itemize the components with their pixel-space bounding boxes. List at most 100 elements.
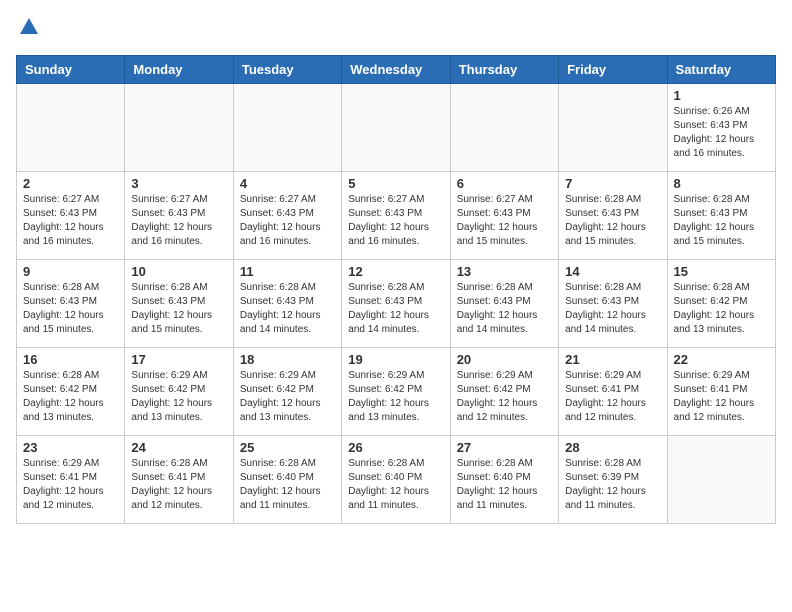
week-row-3: 16Sunrise: 6:28 AM Sunset: 6:42 PM Dayli…: [17, 348, 776, 436]
day-number: 7: [565, 176, 660, 191]
day-info: Sunrise: 6:28 AM Sunset: 6:43 PM Dayligh…: [131, 281, 226, 337]
week-row-1: 2 Sunrise: 6:27 AM Sunset: 6:43 PM Daylig…: [17, 172, 776, 260]
day-number: 24: [131, 440, 226, 455]
calendar-cell: 17 Sunrise: 6:29 AM Sunset: 6:42 PM Dayli…: [125, 348, 233, 436]
day-info: Sunrise: 6:28 AM Sunset: 6:42 PM Dayligh…: [674, 281, 769, 337]
calendar-cell: 13Sunrise: 6:28 AM Sunset: 6:43 PM Dayli…: [450, 260, 558, 348]
day-number: 28: [565, 440, 660, 455]
calendar-cell: 23 Sunrise: 6:29 AM Sunset: 6:41 PM Dayli…: [17, 436, 125, 524]
calendar-cell: 18 Sunrise: 6:29 AM Sunset: 6:42 PM Dayli…: [233, 348, 341, 436]
calendar-cell: 7Sunrise: 6:28 AM Sunset: 6:43 PM Daylig…: [559, 172, 667, 260]
day-info: Sunrise: 6:29 AM Sunset: 6:41 PM Dayligh…: [674, 369, 769, 425]
calendar-cell: 12 Sunrise: 6:28 AM Sunset: 6:43 PM Dayli…: [342, 260, 450, 348]
day-number: 21: [565, 352, 660, 367]
col-header-sunday: Sunday: [17, 56, 125, 84]
day-info: Sunrise: 6:28 AM Sunset: 6:40 PM Dayligh…: [457, 457, 552, 513]
day-number: 4: [240, 176, 335, 191]
calendar-cell: 20 Sunrise: 6:29 AM Sunset: 6:42 PM Dayli…: [450, 348, 558, 436]
day-number: 8: [674, 176, 769, 191]
day-info: Sunrise: 6:28 AM Sunset: 6:43 PM Dayligh…: [457, 281, 552, 337]
day-info: Sunrise: 6:29 AM Sunset: 6:41 PM Dayligh…: [23, 457, 118, 513]
day-number: 16: [23, 352, 118, 367]
logo: [16, 16, 40, 43]
calendar-cell: 24 Sunrise: 6:28 AM Sunset: 6:41 PM Dayli…: [125, 436, 233, 524]
calendar-cell: [450, 84, 558, 172]
calendar-cell: 14 Sunrise: 6:28 AM Sunset: 6:43 PM Dayli…: [559, 260, 667, 348]
day-info: Sunrise: 6:28 AM Sunset: 6:43 PM Dayligh…: [23, 281, 118, 337]
calendar-cell: 4 Sunrise: 6:27 AM Sunset: 6:43 PM Daylig…: [233, 172, 341, 260]
day-info: Sunrise: 6:28 AM Sunset: 6:43 PM Dayligh…: [240, 281, 335, 337]
day-info: Sunrise: 6:29 AM Sunset: 6:42 PM Dayligh…: [457, 369, 552, 425]
calendar-cell: 22 Sunrise: 6:29 AM Sunset: 6:41 PM Dayli…: [667, 348, 775, 436]
col-header-saturday: Saturday: [667, 56, 775, 84]
day-number: 20: [457, 352, 552, 367]
calendar-cell: [125, 84, 233, 172]
day-info: Sunrise: 6:29 AM Sunset: 6:42 PM Dayligh…: [240, 369, 335, 425]
calendar-cell: 6 Sunrise: 6:27 AM Sunset: 6:43 PM Daylig…: [450, 172, 558, 260]
day-number: 14: [565, 264, 660, 279]
day-info: Sunrise: 6:29 AM Sunset: 6:42 PM Dayligh…: [348, 369, 443, 425]
day-number: 10: [131, 264, 226, 279]
calendar-cell: 21 Sunrise: 6:29 AM Sunset: 6:41 PM Dayli…: [559, 348, 667, 436]
calendar-cell: 1 Sunrise: 6:26 AM Sunset: 6:43 PM Daylig…: [667, 84, 775, 172]
day-info: Sunrise: 6:28 AM Sunset: 6:43 PM Dayligh…: [565, 281, 660, 337]
day-number: 12: [348, 264, 443, 279]
day-number: 2: [23, 176, 118, 191]
day-info: Sunrise: 6:27 AM Sunset: 6:43 PM Dayligh…: [23, 193, 118, 249]
calendar-cell: [342, 84, 450, 172]
day-info: Sunrise: 6:27 AM Sunset: 6:43 PM Dayligh…: [457, 193, 552, 249]
day-info: Sunrise: 6:27 AM Sunset: 6:43 PM Dayligh…: [240, 193, 335, 249]
day-number: 22: [674, 352, 769, 367]
day-number: 18: [240, 352, 335, 367]
calendar-cell: 27 Sunrise: 6:28 AM Sunset: 6:40 PM Dayli…: [450, 436, 558, 524]
calendar-cell: 19Sunrise: 6:29 AM Sunset: 6:42 PM Dayli…: [342, 348, 450, 436]
calendar-cell: 2 Sunrise: 6:27 AM Sunset: 6:43 PM Daylig…: [17, 172, 125, 260]
day-number: 23: [23, 440, 118, 455]
calendar-cell: 28Sunrise: 6:28 AM Sunset: 6:39 PM Dayli…: [559, 436, 667, 524]
day-number: 27: [457, 440, 552, 455]
day-info: Sunrise: 6:29 AM Sunset: 6:42 PM Dayligh…: [131, 369, 226, 425]
week-row-4: 23 Sunrise: 6:29 AM Sunset: 6:41 PM Dayli…: [17, 436, 776, 524]
calendar-header-row: SundayMondayTuesdayWednesdayThursdayFrid…: [17, 56, 776, 84]
day-info: Sunrise: 6:28 AM Sunset: 6:40 PM Dayligh…: [240, 457, 335, 513]
day-number: 5: [348, 176, 443, 191]
calendar-table: SundayMondayTuesdayWednesdayThursdayFrid…: [16, 55, 776, 524]
calendar-cell: 3 Sunrise: 6:27 AM Sunset: 6:43 PM Daylig…: [125, 172, 233, 260]
calendar-cell: 15 Sunrise: 6:28 AM Sunset: 6:42 PM Dayli…: [667, 260, 775, 348]
calendar-cell: [559, 84, 667, 172]
day-number: 17: [131, 352, 226, 367]
calendar-cell: 5 Sunrise: 6:27 AM Sunset: 6:43 PM Daylig…: [342, 172, 450, 260]
calendar-cell: 10 Sunrise: 6:28 AM Sunset: 6:43 PM Dayli…: [125, 260, 233, 348]
calendar-cell: [17, 84, 125, 172]
col-header-monday: Monday: [125, 56, 233, 84]
day-info: Sunrise: 6:27 AM Sunset: 6:43 PM Dayligh…: [348, 193, 443, 249]
calendar-cell: 8 Sunrise: 6:28 AM Sunset: 6:43 PM Daylig…: [667, 172, 775, 260]
day-number: 11: [240, 264, 335, 279]
day-number: 9: [23, 264, 118, 279]
calendar-cell: 16Sunrise: 6:28 AM Sunset: 6:42 PM Dayli…: [17, 348, 125, 436]
logo-icon: [18, 16, 40, 38]
day-number: 3: [131, 176, 226, 191]
day-info: Sunrise: 6:26 AM Sunset: 6:43 PM Dayligh…: [674, 105, 769, 161]
day-number: 6: [457, 176, 552, 191]
day-info: Sunrise: 6:29 AM Sunset: 6:41 PM Dayligh…: [565, 369, 660, 425]
calendar-cell: 9 Sunrise: 6:28 AM Sunset: 6:43 PM Daylig…: [17, 260, 125, 348]
day-number: 26: [348, 440, 443, 455]
calendar-cell: [667, 436, 775, 524]
calendar-cell: [233, 84, 341, 172]
day-info: Sunrise: 6:28 AM Sunset: 6:40 PM Dayligh…: [348, 457, 443, 513]
col-header-tuesday: Tuesday: [233, 56, 341, 84]
day-info: Sunrise: 6:28 AM Sunset: 6:43 PM Dayligh…: [348, 281, 443, 337]
day-number: 15: [674, 264, 769, 279]
day-info: Sunrise: 6:27 AM Sunset: 6:43 PM Dayligh…: [131, 193, 226, 249]
col-header-wednesday: Wednesday: [342, 56, 450, 84]
calendar-cell: 26 Sunrise: 6:28 AM Sunset: 6:40 PM Dayli…: [342, 436, 450, 524]
day-number: 25: [240, 440, 335, 455]
week-row-2: 9 Sunrise: 6:28 AM Sunset: 6:43 PM Daylig…: [17, 260, 776, 348]
day-info: Sunrise: 6:28 AM Sunset: 6:43 PM Dayligh…: [674, 193, 769, 249]
day-number: 1: [674, 88, 769, 103]
col-header-thursday: Thursday: [450, 56, 558, 84]
day-info: Sunrise: 6:28 AM Sunset: 6:41 PM Dayligh…: [131, 457, 226, 513]
calendar-cell: 11 Sunrise: 6:28 AM Sunset: 6:43 PM Dayli…: [233, 260, 341, 348]
week-row-0: 1 Sunrise: 6:26 AM Sunset: 6:43 PM Daylig…: [17, 84, 776, 172]
